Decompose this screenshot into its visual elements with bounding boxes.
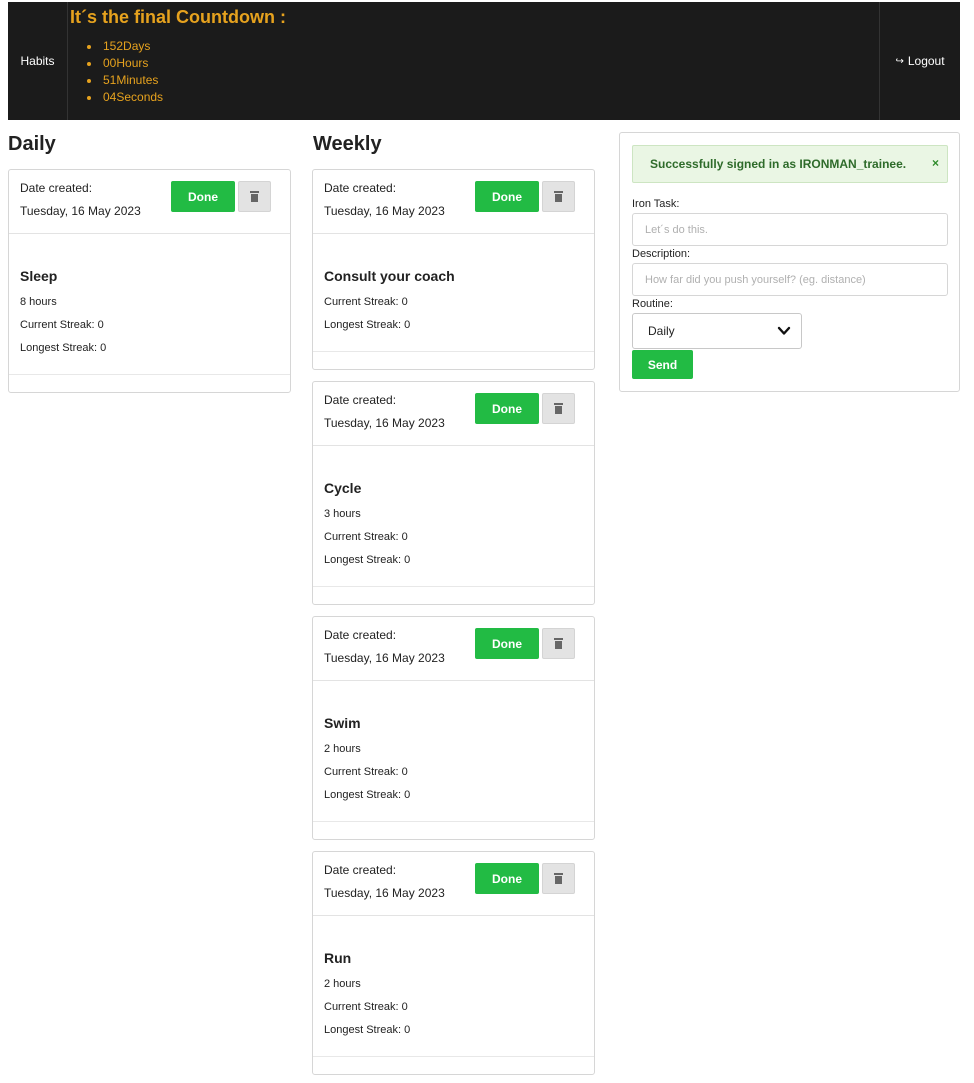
card-body: Cycle 3 hours Current Streak: 0 Longest … [313,446,594,587]
description-label: Description: [632,248,691,260]
trash-icon [554,637,563,649]
habit-name: Cycle [324,480,362,496]
delete-button[interactable] [238,181,271,212]
daily-heading: Daily [8,133,56,155]
sign-out-icon: ↪ [895,55,904,67]
longest-streak: Longest Streak: 0 [324,1024,411,1036]
current-streak: Current Streak: 0 [324,531,408,543]
routine-selected-value: Daily [648,324,675,338]
longest-streak: Longest Streak: 0 [324,789,411,801]
logout-label: Logout [907,54,945,68]
card-footer [313,587,594,604]
habit-card-run: Date created: Tuesday, 16 May 2023 Done … [312,851,595,1075]
habit-card-sleep: Date created: Tuesday, 16 May 2023 Done … [8,169,291,393]
habit-name: Run [324,950,352,966]
current-streak: Current Streak: 0 [324,296,408,308]
countdown-days: 152Days [86,38,879,55]
done-button[interactable]: Done [475,628,539,659]
habit-duration: 8 hours [20,296,57,308]
card-header: Date created: Tuesday, 16 May 2023 Done [9,170,290,234]
card-header: Date created: Tuesday, 16 May 2023 Done [313,382,594,446]
countdown-panel: It´s the final Countdown : 152Days 00Hou… [68,2,880,120]
card-footer [313,1057,594,1074]
trash-icon [554,872,563,884]
card-header: Date created: Tuesday, 16 May 2023 Done [313,617,594,681]
close-icon[interactable]: × [932,156,939,170]
longest-streak: Longest Streak: 0 [20,342,107,354]
delete-button[interactable] [542,863,575,894]
delete-button[interactable] [542,393,575,424]
countdown-title: It´s the final Countdown : [70,7,286,27]
habit-name: Sleep [20,268,58,284]
habit-name: Swim [324,715,361,731]
countdown-hours: 00Hours [86,55,879,72]
logout-link[interactable]: ↪ Logout [880,2,960,120]
card-body: Run 2 hours Current Streak: 0 Longest St… [313,916,594,1057]
current-streak: Current Streak: 0 [20,319,104,331]
card-body: Swim 2 hours Current Streak: 0 Longest S… [313,681,594,822]
card-header: Date created: Tuesday, 16 May 2023 Done [313,852,594,916]
new-habit-form: Successfully signed in as IRONMAN_traine… [619,132,960,392]
done-button[interactable]: Done [171,181,235,212]
chevron-down-icon [777,326,791,335]
delete-button[interactable] [542,628,575,659]
trash-icon [250,190,259,202]
longest-streak: Longest Streak: 0 [324,554,411,566]
nav-brand-habits[interactable]: Habits [8,2,68,120]
longest-streak: Longest Streak: 0 [324,319,411,331]
trash-icon [554,190,563,202]
habit-card-cycle: Date created: Tuesday, 16 May 2023 Done … [312,381,595,605]
card-body: Sleep 8 hours Current Streak: 0 Longest … [9,234,290,375]
habit-card-consult-coach: Date created: Tuesday, 16 May 2023 Done … [312,169,595,370]
done-button[interactable]: Done [475,181,539,212]
navbar: Habits It´s the final Countdown : 152Day… [8,2,960,120]
habit-name: Consult your coach [324,268,455,284]
habit-duration: 3 hours [324,508,361,520]
delete-button[interactable] [542,181,575,212]
trash-icon [554,402,563,414]
routine-select[interactable]: Daily [632,313,802,349]
habit-duration: 2 hours [324,743,361,755]
alert-message: Successfully signed in as IRONMAN_traine… [650,157,907,171]
card-footer [313,352,594,369]
iron-task-input[interactable] [632,213,948,246]
routine-label: Routine: [632,298,673,310]
card-body: Consult your coach Current Streak: 0 Lon… [313,234,594,352]
card-footer [9,375,290,392]
done-button[interactable]: Done [475,863,539,894]
habit-card-swim: Date created: Tuesday, 16 May 2023 Done … [312,616,595,840]
countdown-list: 152Days 00Hours 51Minutes 04Seconds [86,38,879,106]
current-streak: Current Streak: 0 [324,1001,408,1013]
countdown-minutes: 51Minutes [86,72,879,89]
current-streak: Current Streak: 0 [324,766,408,778]
habit-duration: 2 hours [324,978,361,990]
done-button[interactable]: Done [475,393,539,424]
iron-task-label: Iron Task: [632,198,680,210]
success-alert: Successfully signed in as IRONMAN_traine… [632,145,948,183]
send-button[interactable]: Send [632,350,693,379]
card-header: Date created: Tuesday, 16 May 2023 Done [313,170,594,234]
card-footer [313,822,594,839]
weekly-heading: Weekly [313,133,382,155]
description-input[interactable] [632,263,948,296]
countdown-seconds: 04Seconds [86,89,879,106]
